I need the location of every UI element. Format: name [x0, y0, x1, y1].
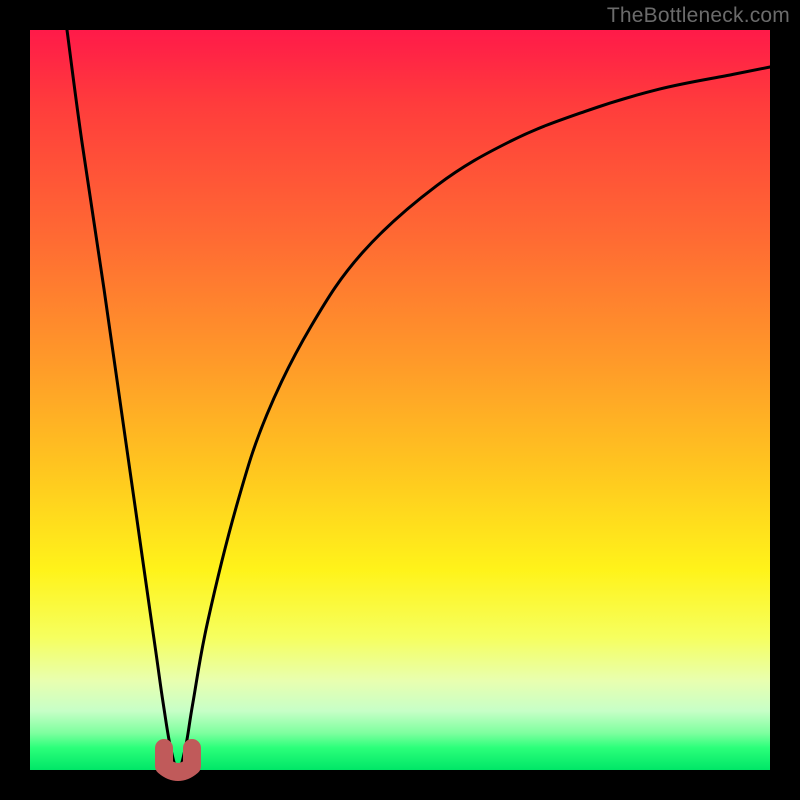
curve-svg	[30, 30, 770, 770]
minimum-marker	[164, 748, 192, 772]
plot-area	[30, 30, 770, 770]
watermark-label: TheBottleneck.com	[607, 4, 790, 28]
chart-frame: TheBottleneck.com	[0, 0, 800, 800]
bottleneck-curve	[67, 30, 770, 770]
